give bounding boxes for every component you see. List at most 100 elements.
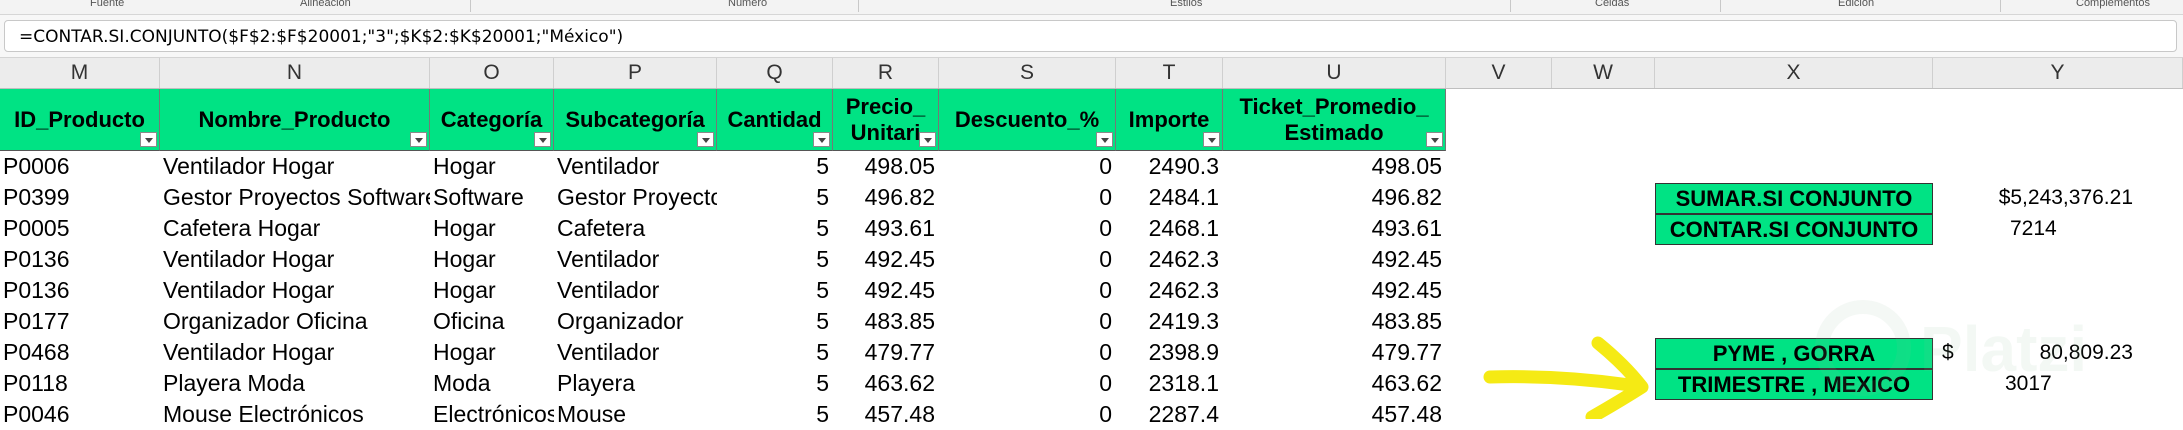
cell-categoria[interactable]: Oficina <box>430 306 554 337</box>
cell-descuento[interactable]: 0 <box>939 244 1116 275</box>
cell-id-producto[interactable]: P0136 <box>0 244 160 275</box>
cell-categoria[interactable]: Hogar <box>430 244 554 275</box>
cell-ticket-promedio[interactable]: 493.61 <box>1223 213 1446 244</box>
column-header-p[interactable]: P <box>554 58 717 88</box>
cell-precio-unitario[interactable]: 492.45 <box>833 275 939 306</box>
cell-ticket-promedio[interactable]: 492.45 <box>1223 244 1446 275</box>
cell-cantidad[interactable]: 5 <box>717 399 833 430</box>
cell-id-producto[interactable]: P0005 <box>0 213 160 244</box>
cell-importe[interactable]: 2398.9 <box>1116 337 1223 368</box>
filter-dropdown-icon[interactable] <box>140 132 157 147</box>
cell-importe[interactable]: 2490.3 <box>1116 151 1223 182</box>
cell-categoria[interactable]: Electrónicos <box>430 399 554 430</box>
column-header-o[interactable]: O <box>430 58 554 88</box>
filter-dropdown-icon[interactable] <box>1426 132 1443 147</box>
filter-dropdown-icon[interactable] <box>410 132 427 147</box>
cell-descuento[interactable]: 0 <box>939 182 1116 213</box>
cell-ticket-promedio[interactable]: 479.77 <box>1223 337 1446 368</box>
cell-categoria[interactable]: Hogar <box>430 213 554 244</box>
cell-cantidad[interactable]: 5 <box>717 368 833 399</box>
filter-dropdown-icon[interactable] <box>534 132 551 147</box>
column-header-u[interactable]: U <box>1223 58 1446 88</box>
contar-si-conjunto-value[interactable]: 7214 <box>2010 214 2057 244</box>
cell-descuento[interactable]: 0 <box>939 399 1116 430</box>
column-header-s[interactable]: S <box>939 58 1116 88</box>
cell-cantidad[interactable]: 5 <box>717 151 833 182</box>
cell-descuento[interactable]: 0 <box>939 151 1116 182</box>
cell-id-producto[interactable]: P0006 <box>0 151 160 182</box>
cell-precio-unitario[interactable]: 493.61 <box>833 213 939 244</box>
filter-dropdown-icon[interactable] <box>1096 132 1113 147</box>
cell-ticket-promedio[interactable]: 457.48 <box>1223 399 1446 430</box>
cell-descuento[interactable]: 0 <box>939 213 1116 244</box>
contar-si-conjunto-label[interactable]: CONTAR.SI CONJUNTO <box>1655 214 1933 245</box>
cell-precio-unitario[interactable]: 498.05 <box>833 151 939 182</box>
cell-subcategoria[interactable]: Playera <box>554 368 717 399</box>
cell-subcategoria[interactable]: Ventilador <box>554 337 717 368</box>
sumar-si-conjunto-value[interactable]: $5,243,376.21 <box>1933 183 2133 213</box>
cell-ticket-promedio[interactable]: 498.05 <box>1223 151 1446 182</box>
column-header-q[interactable]: Q <box>717 58 833 88</box>
column-header-x[interactable]: X <box>1655 58 1933 88</box>
column-header-y[interactable]: Y <box>1933 58 2183 88</box>
cell-cantidad[interactable]: 5 <box>717 306 833 337</box>
cell-descuento[interactable]: 0 <box>939 337 1116 368</box>
cell-importe[interactable]: 2468.1 <box>1116 213 1223 244</box>
cell-nombre-producto[interactable]: Gestor Proyectos Software <box>160 182 430 213</box>
cell-subcategoria[interactable]: Mouse <box>554 399 717 430</box>
column-header-w[interactable]: W <box>1552 58 1655 88</box>
cell-importe[interactable]: 2318.1 <box>1116 368 1223 399</box>
cell-nombre-producto[interactable]: Ventilador Hogar <box>160 244 430 275</box>
cell-ticket-promedio[interactable]: 492.45 <box>1223 275 1446 306</box>
cell-precio-unitario[interactable]: 479.77 <box>833 337 939 368</box>
cell-precio-unitario[interactable]: 492.45 <box>833 244 939 275</box>
cell-categoria[interactable]: Software <box>430 182 554 213</box>
cell-nombre-producto[interactable]: Ventilador Hogar <box>160 337 430 368</box>
cell-subcategoria[interactable]: Ventilador <box>554 275 717 306</box>
cell-importe[interactable]: 2287.4 <box>1116 399 1223 430</box>
cell-nombre-producto[interactable]: Ventilador Hogar <box>160 275 430 306</box>
cell-id-producto[interactable]: P0399 <box>0 182 160 213</box>
cell-id-producto[interactable]: P0468 <box>0 337 160 368</box>
column-header-v[interactable]: V <box>1446 58 1552 88</box>
cell-subcategoria[interactable]: Ventilador <box>554 244 717 275</box>
column-header-m[interactable]: M <box>0 58 160 88</box>
cell-ticket-promedio[interactable]: 496.82 <box>1223 182 1446 213</box>
cell-categoria[interactable]: Hogar <box>430 151 554 182</box>
cell-precio-unitario[interactable]: 496.82 <box>833 182 939 213</box>
cell-subcategoria[interactable]: Gestor Proyectos <box>554 182 717 213</box>
sumar-si-conjunto-label[interactable]: SUMAR.SI CONJUNTO <box>1655 183 1933 214</box>
cell-cantidad[interactable]: 5 <box>717 337 833 368</box>
cell-categoria[interactable]: Moda <box>430 368 554 399</box>
cell-nombre-producto[interactable]: Playera Moda <box>160 368 430 399</box>
column-header-t[interactable]: T <box>1116 58 1223 88</box>
cell-id-producto[interactable]: P0046 <box>0 399 160 430</box>
cell-cantidad[interactable]: 5 <box>717 182 833 213</box>
cell-descuento[interactable]: 0 <box>939 368 1116 399</box>
cell-subcategoria[interactable]: Ventilador <box>554 151 717 182</box>
cell-precio-unitario[interactable]: 483.85 <box>833 306 939 337</box>
filter-dropdown-icon[interactable] <box>919 132 936 147</box>
formula-input[interactable]: =CONTAR.SI.CONJUNTO($F$2:$F$20001;"3";$K… <box>4 20 2177 52</box>
filter-dropdown-icon[interactable] <box>813 132 830 147</box>
cell-importe[interactable]: 2419.3 <box>1116 306 1223 337</box>
cell-id-producto[interactable]: P0177 <box>0 306 160 337</box>
cell-cantidad[interactable]: 5 <box>717 244 833 275</box>
cell-cantidad[interactable]: 5 <box>717 213 833 244</box>
cell-descuento[interactable]: 0 <box>939 306 1116 337</box>
cell-nombre-producto[interactable]: Cafetera Hogar <box>160 213 430 244</box>
cell-importe[interactable]: 2484.1 <box>1116 182 1223 213</box>
cell-categoria[interactable]: Hogar <box>430 337 554 368</box>
cell-ticket-promedio[interactable]: 463.62 <box>1223 368 1446 399</box>
cell-subcategoria[interactable]: Organizador <box>554 306 717 337</box>
cell-ticket-promedio[interactable]: 483.85 <box>1223 306 1446 337</box>
cell-subcategoria[interactable]: Cafetera <box>554 213 717 244</box>
filter-dropdown-icon[interactable] <box>697 132 714 147</box>
cell-id-producto[interactable]: P0136 <box>0 275 160 306</box>
cell-id-producto[interactable]: P0118 <box>0 368 160 399</box>
column-header-n[interactable]: N <box>160 58 430 88</box>
cell-nombre-producto[interactable]: Ventilador Hogar <box>160 151 430 182</box>
cell-precio-unitario[interactable]: 457.48 <box>833 399 939 430</box>
cell-nombre-producto[interactable]: Mouse Electrónicos <box>160 399 430 430</box>
cell-descuento[interactable]: 0 <box>939 275 1116 306</box>
